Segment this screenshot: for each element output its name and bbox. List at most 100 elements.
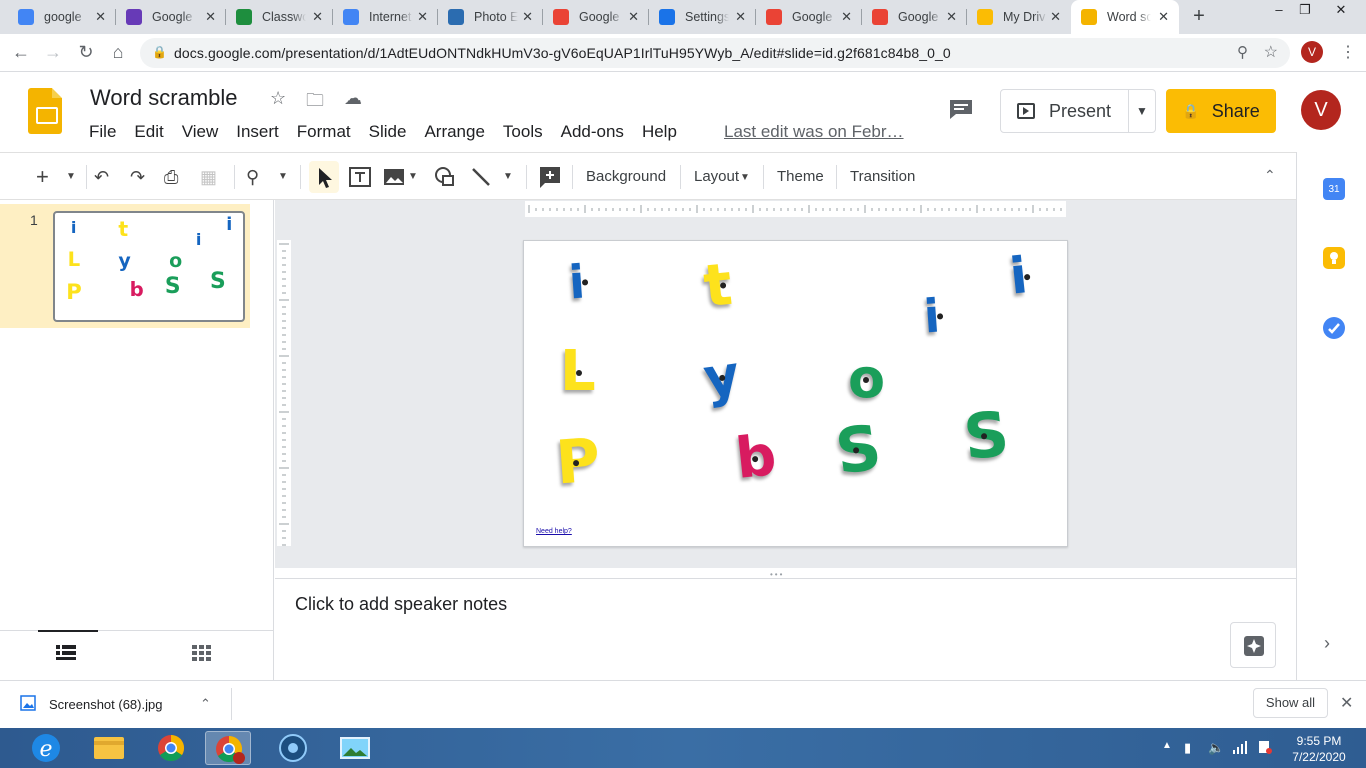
collapse-toolbar-icon[interactable]: ⌃: [1264, 167, 1276, 184]
keep-icon[interactable]: [1323, 247, 1345, 269]
vertical-ruler[interactable]: [277, 240, 291, 546]
download-file-name[interactable]: Screenshot (68).jpg: [49, 697, 162, 712]
present-dropdown-icon[interactable]: ▼: [1129, 104, 1155, 118]
show-all-button[interactable]: Show all: [1253, 688, 1328, 718]
close-tab-icon[interactable]: ✕: [417, 9, 428, 25]
browser-profile-avatar[interactable]: V: [1301, 41, 1323, 63]
close-window-button[interactable]: ✕: [1326, 0, 1356, 20]
print-icon[interactable]: ⎙: [164, 163, 178, 191]
redo-icon[interactable]: ↷: [130, 163, 145, 191]
start-button-icon[interactable]: e: [28, 730, 64, 766]
magnet-letter[interactable]: S: [831, 410, 885, 489]
zoom-icon[interactable]: ⚲: [1237, 43, 1248, 61]
magnet-letter[interactable]: o: [848, 347, 885, 410]
volume-icon[interactable]: 🔈: [1208, 740, 1224, 756]
network-icon[interactable]: [1232, 740, 1248, 757]
magnet-letter[interactable]: y: [700, 343, 744, 410]
theme-button[interactable]: Theme: [777, 168, 824, 185]
photo-viewer-icon[interactable]: [332, 731, 378, 765]
browser-tab[interactable]: Google ✕: [116, 0, 226, 34]
undo-icon[interactable]: ↶: [94, 163, 109, 191]
magnet-letter[interactable]: L: [560, 339, 596, 404]
close-tab-icon[interactable]: ✕: [522, 9, 533, 25]
close-tab-icon[interactable]: ✕: [312, 9, 323, 25]
select-tool-icon[interactable]: [309, 161, 339, 193]
menu-item[interactable]: Tools: [503, 122, 543, 142]
browser-tab[interactable]: Internet ✕: [333, 0, 438, 34]
close-shelf-icon[interactable]: ✕: [1340, 693, 1353, 713]
bookmark-star-icon[interactable]: ☆: [1264, 42, 1278, 62]
comment-history-icon[interactable]: [948, 98, 974, 120]
zoom-dropdown-icon[interactable]: ▼: [278, 163, 288, 191]
magnet-letter[interactable]: b: [733, 423, 780, 492]
file-explorer-icon[interactable]: [86, 731, 132, 765]
browser-tab[interactable]: Google ✕: [756, 0, 862, 34]
shape-icon[interactable]: [433, 163, 457, 191]
line-dropdown-icon[interactable]: ▼: [503, 163, 513, 191]
menu-item[interactable]: Edit: [134, 122, 163, 142]
back-icon[interactable]: ←: [8, 39, 34, 65]
system-clock[interactable]: 9:55 PM 7/22/2020: [1288, 733, 1350, 765]
magnet-letter[interactable]: i: [567, 255, 589, 309]
chrome-active-icon[interactable]: [205, 731, 251, 765]
address-bar[interactable]: 🔒 docs.google.com/presentation/d/1AdtEUd…: [140, 38, 1290, 68]
magnet-letter[interactable]: t: [701, 250, 736, 321]
media-player-icon[interactable]: [270, 731, 316, 765]
close-tab-icon[interactable]: ✕: [1050, 9, 1061, 25]
action-center-icon[interactable]: [1258, 740, 1272, 757]
line-icon[interactable]: [470, 163, 492, 191]
browser-tab[interactable]: Settings ✕: [649, 0, 756, 34]
browser-tab[interactable]: Photo E ✕: [438, 0, 543, 34]
layout-dropdown-icon[interactable]: ▼: [740, 164, 750, 192]
restore-button[interactable]: ❐: [1290, 0, 1320, 20]
image-dropdown-icon[interactable]: ▼: [408, 163, 418, 191]
close-tab-icon[interactable]: ✕: [841, 9, 852, 25]
magnet-letter[interactable]: P: [554, 426, 603, 499]
download-options-icon[interactable]: ⌃: [200, 696, 211, 712]
explore-button[interactable]: [1230, 622, 1276, 668]
slide-thumbnail[interactable]: itiiLyoPbSS: [53, 211, 245, 322]
forward-icon[interactable]: →: [40, 39, 66, 65]
account-avatar[interactable]: V: [1301, 90, 1341, 130]
paint-format-icon[interactable]: ▦: [200, 163, 217, 191]
new-slide-icon[interactable]: +: [36, 163, 49, 191]
close-tab-icon[interactable]: ✕: [1158, 9, 1169, 25]
close-tab-icon[interactable]: ✕: [628, 9, 639, 25]
browser-tab[interactable]: My Driv ✕: [967, 0, 1071, 34]
reload-icon[interactable]: ↻: [73, 39, 99, 65]
tasks-icon[interactable]: [1323, 317, 1345, 339]
last-edit-link[interactable]: Last edit was on Febr…: [724, 122, 904, 142]
background-button[interactable]: Background: [586, 168, 666, 185]
horizontal-ruler[interactable]: [525, 201, 1066, 217]
slide[interactable]: itiiLyoPbSS Need help?: [523, 240, 1068, 547]
filmstrip-view-icon[interactable]: [56, 645, 76, 666]
cloud-saved-icon[interactable]: ☁: [344, 88, 362, 109]
close-tab-icon[interactable]: ✕: [946, 9, 957, 25]
browser-menu-icon[interactable]: ⋮: [1340, 42, 1356, 62]
menu-item[interactable]: Arrange: [424, 122, 484, 142]
calendar-icon[interactable]: 31: [1323, 178, 1345, 200]
menu-item[interactable]: Insert: [236, 122, 279, 142]
menu-item[interactable]: Add-ons: [561, 122, 624, 142]
text-box-icon[interactable]: [348, 163, 372, 191]
close-tab-icon[interactable]: ✕: [95, 9, 106, 25]
magnet-letter[interactable]: i: [922, 289, 944, 343]
power-icon[interactable]: ▮: [1184, 740, 1191, 756]
speaker-notes-placeholder[interactable]: Click to add speaker notes: [295, 594, 507, 615]
close-tab-icon[interactable]: ✕: [735, 9, 746, 25]
share-button[interactable]: 🔒 Share: [1166, 89, 1276, 133]
present-main[interactable]: Present: [1001, 90, 1129, 132]
browser-tab[interactable]: google ✕: [8, 0, 116, 34]
expand-side-panel-icon[interactable]: ›: [1324, 633, 1330, 654]
chrome-icon[interactable]: [148, 731, 194, 765]
menu-item[interactable]: Slide: [369, 122, 407, 142]
browser-tab[interactable]: Google ✕: [862, 0, 967, 34]
slides-logo-icon[interactable]: [28, 88, 62, 134]
move-folder-icon[interactable]: 🗀: [306, 88, 324, 118]
add-comment-icon[interactable]: [538, 163, 562, 191]
transition-button[interactable]: Transition: [850, 168, 915, 185]
menu-item[interactable]: File: [89, 122, 116, 142]
show-hidden-icons[interactable]: ▲: [1162, 740, 1172, 751]
need-help-link[interactable]: Need help?: [536, 528, 572, 535]
image-icon[interactable]: [383, 163, 405, 191]
